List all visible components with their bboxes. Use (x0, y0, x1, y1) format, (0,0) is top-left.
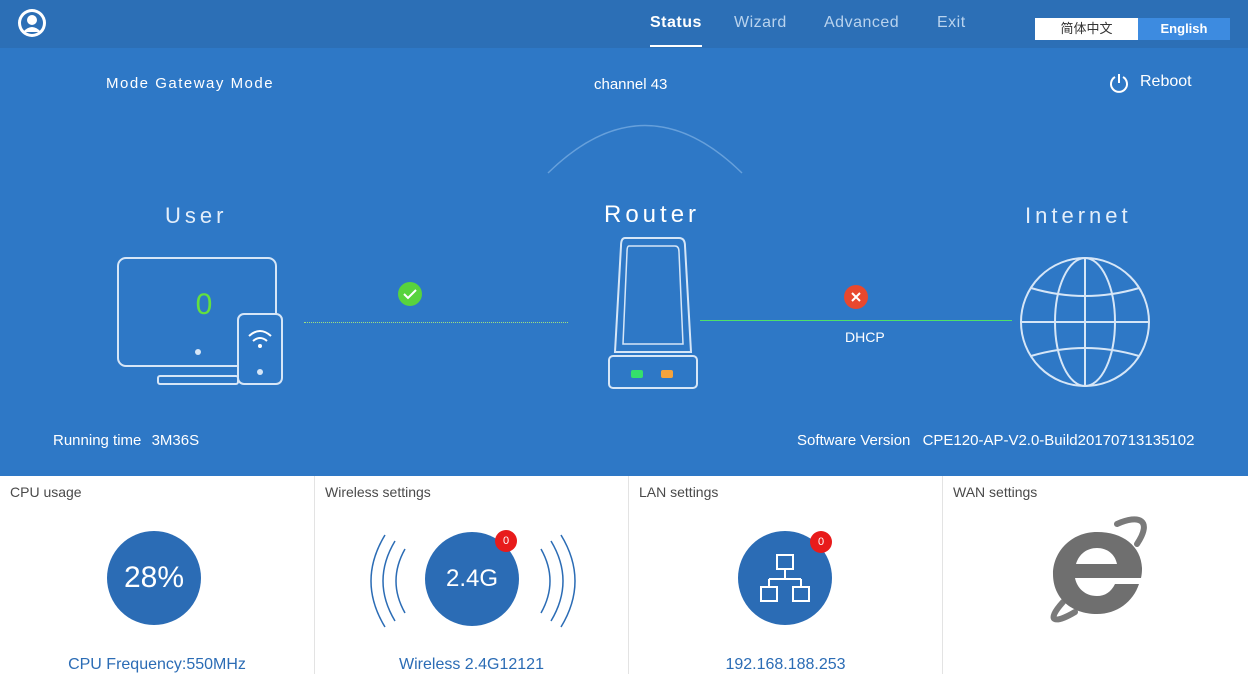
cpu-usage-panel: CPU usage 28% CPU Frequency:550MHz (0, 476, 314, 674)
cpu-usage-gauge: 28% (107, 531, 201, 625)
language-english-button[interactable]: English (1138, 18, 1230, 40)
wireless-client-badge: 0 (495, 530, 517, 552)
running-time-label: Running time (53, 432, 142, 449)
connected-user-count[interactable]: 0 (192, 288, 216, 322)
active-tab-indicator (650, 45, 702, 47)
mode-info: Mode Gateway Mode (106, 75, 274, 92)
internet-section-title: Internet (1025, 203, 1132, 228)
channel-value: 43 (650, 76, 668, 93)
lan-settings-panel[interactable]: LAN settings 0 192.168.188.253 (629, 476, 942, 674)
wan-status-error-icon (843, 284, 869, 315)
logo-icon (17, 8, 47, 38)
wan-protocol-label: DHCP (845, 329, 885, 345)
wan-settings-title: WAN settings (953, 484, 1038, 500)
globe-icon[interactable] (1015, 252, 1155, 397)
tab-status[interactable]: Status (650, 14, 702, 32)
tab-exit[interactable]: Exit (937, 14, 966, 32)
router-section-title: Router (604, 201, 701, 228)
mode-label: Mode (106, 75, 150, 92)
language-chinese-button[interactable]: 简体中文 (1035, 18, 1138, 40)
software-version: Software Version CPE120-AP-V2.0-Build201… (797, 432, 1194, 449)
lan-client-badge: 0 (810, 531, 832, 553)
status-overview: Mode Gateway Mode channel 43 Reboot User… (0, 48, 1248, 476)
internet-explorer-icon[interactable] (1041, 512, 1153, 629)
channel-info: channel 43 (594, 76, 667, 93)
wan-settings-panel[interactable]: WAN settings (943, 476, 1248, 674)
user-section-title: User (165, 203, 228, 228)
reboot-label: Reboot (1140, 73, 1192, 90)
running-time: Running time 3M36S (53, 432, 199, 449)
channel-label: channel (594, 76, 647, 93)
software-version-label: Software Version (797, 432, 911, 449)
router-internet-link-line (700, 320, 1012, 321)
signal-arc-decoration (547, 124, 743, 174)
top-navigation-bar: Status Wizard Advanced Exit 简体中文 English (0, 0, 1248, 48)
running-time-value: 3M36S (151, 432, 200, 449)
lan-ip-address: 192.168.188.253 (725, 656, 846, 673)
wireless-settings-title: Wireless settings (325, 484, 431, 500)
lan-settings-title: LAN settings (639, 484, 719, 500)
power-icon (1108, 72, 1130, 99)
tab-wizard[interactable]: Wizard (734, 14, 787, 32)
user-router-link-line (304, 322, 568, 323)
wireless-ssid: Wireless 2.4G12121 (399, 656, 544, 673)
mode-value: Gateway Mode (155, 75, 275, 92)
router-icon[interactable] (605, 232, 701, 397)
wireless-settings-panel[interactable]: Wireless settings 2.4G 0 Wireless 2.4G12… (315, 476, 628, 674)
cpu-frequency: CPU Frequency:550MHz (68, 656, 246, 673)
tab-advanced[interactable]: Advanced (824, 14, 899, 32)
software-version-value: CPE120-AP-V2.0-Build20170713135102 (922, 432, 1195, 449)
cpu-usage-title: CPU usage (10, 484, 82, 500)
lan-status-ok-icon (397, 281, 423, 312)
